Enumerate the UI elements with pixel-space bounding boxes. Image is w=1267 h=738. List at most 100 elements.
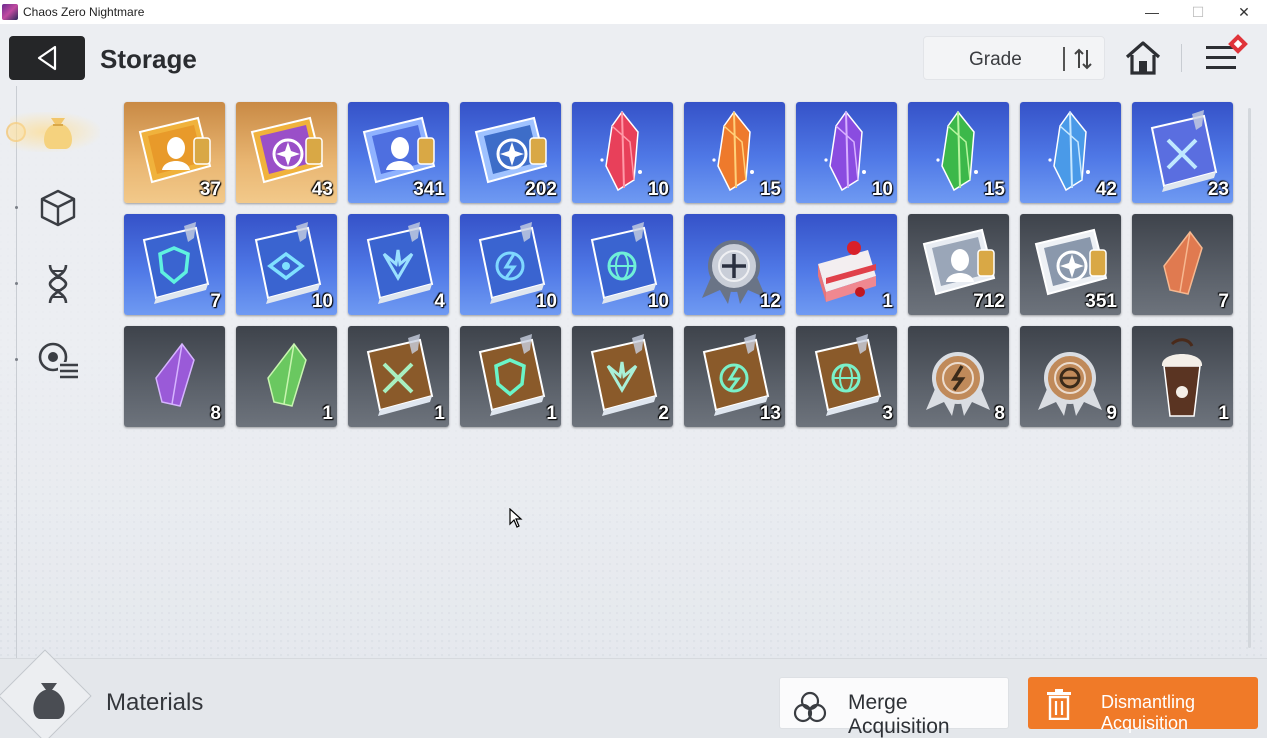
list-settings-icon [38, 342, 78, 379]
item-count: 37 [199, 179, 221, 200]
item-count: 10 [647, 291, 669, 312]
back-arrow-icon [37, 45, 57, 71]
sidebar-tab-dna[interactable] [30, 256, 86, 312]
item-slot[interactable]: 37 [124, 102, 225, 203]
item-count: 1 [882, 291, 893, 312]
item-slot[interactable]: 1 [460, 326, 561, 427]
item-slot[interactable]: 712 [908, 214, 1009, 315]
item-slot[interactable]: 4 [348, 214, 449, 315]
minimize-button[interactable]: — [1129, 0, 1175, 24]
header-divider [1181, 44, 1182, 72]
item-slot[interactable]: 15 [684, 102, 785, 203]
item-count: 4 [434, 291, 445, 312]
item-slot[interactable]: 3 [796, 326, 897, 427]
item-slot[interactable]: 12 [684, 214, 785, 315]
dna-icon [48, 264, 68, 304]
item-count: 1 [434, 403, 445, 424]
item-count: 15 [983, 179, 1005, 200]
sidebar-tab-cube[interactable] [30, 180, 86, 236]
game-screen: Storage Grade 37 43 341 202 10 15 10 15 … [0, 24, 1267, 738]
item-count: 3 [882, 403, 893, 424]
item-count: 7 [1218, 291, 1229, 312]
window-titlebar: Chaos Zero Nightmare — ☐ ✕ [0, 0, 1267, 24]
item-count: 9 [1106, 403, 1117, 424]
item-slot[interactable]: 42 [1020, 102, 1121, 203]
item-count: 202 [525, 179, 557, 200]
merge-acquisition-label: Merge Acquisition [848, 691, 950, 738]
item-slot[interactable]: 7 [124, 214, 225, 315]
sort-label: Grade [969, 49, 1022, 70]
dismantling-acquisition-button[interactable]: Dismantling Acquisition [1028, 677, 1258, 733]
item-count: 10 [647, 179, 669, 200]
item-count: 10 [535, 291, 557, 312]
mouse-cursor-icon [509, 508, 523, 528]
item-slot[interactable]: 202 [460, 102, 561, 203]
item-count: 10 [311, 291, 333, 312]
item-slot[interactable]: 341 [348, 102, 449, 203]
bottom-bar: Materials Merge Acquisition Dismantling … [0, 649, 1267, 738]
item-slot[interactable]: 10 [572, 214, 673, 315]
item-count: 15 [759, 179, 781, 200]
item-count: 1 [1218, 403, 1229, 424]
sort-divider [1063, 47, 1065, 71]
item-slot[interactable]: 10 [236, 214, 337, 315]
money-bag-icon[interactable] [26, 677, 72, 723]
item-slot[interactable]: 43 [236, 102, 337, 203]
item-count: 712 [973, 291, 1005, 312]
item-slot[interactable]: 7 [1132, 214, 1233, 315]
trash-icon [1047, 689, 1071, 720]
item-slot[interactable]: 8 [908, 326, 1009, 427]
maximize-button[interactable]: ☐ [1175, 0, 1221, 24]
item-count: 43 [311, 179, 333, 200]
item-slot[interactable]: 8 [124, 326, 225, 427]
item-count: 13 [759, 403, 781, 424]
item-count: 341 [413, 179, 445, 200]
item-slot[interactable]: 15 [908, 102, 1009, 203]
item-slot[interactable]: 1 [348, 326, 449, 427]
item-slot[interactable]: 1 [1132, 326, 1233, 427]
sidebar-tab-materials[interactable] [10, 104, 100, 160]
sidebar-dot [15, 282, 18, 285]
close-button[interactable]: ✕ [1221, 0, 1267, 24]
item-slot[interactable]: 10 [460, 214, 561, 315]
sort-grade-button[interactable]: Grade [923, 36, 1105, 80]
money-bag-icon [44, 118, 72, 149]
dismantling-acquisition-label: Dismantling Acquisition [1101, 692, 1196, 733]
item-slot[interactable]: 2 [572, 326, 673, 427]
app-icon [2, 4, 18, 20]
sidebar-rail [16, 86, 17, 661]
back-button[interactable] [9, 36, 85, 80]
page-title: Storage [100, 44, 197, 74]
window-title: Chaos Zero Nightmare [23, 5, 145, 19]
sidebar-tab-list[interactable] [30, 332, 86, 388]
item-count: 1 [546, 403, 557, 424]
item-count: 7 [210, 291, 221, 312]
window-controls: — ☐ ✕ [1129, 0, 1267, 24]
item-count: 10 [871, 179, 893, 200]
cube-icon [40, 189, 76, 227]
sort-order-icon[interactable] [1072, 47, 1094, 71]
hamburger-menu-icon[interactable] [1203, 34, 1253, 78]
item-slot[interactable]: 1 [236, 326, 337, 427]
home-icon[interactable] [1124, 40, 1162, 76]
item-slot[interactable]: 9 [1020, 326, 1121, 427]
item-slot[interactable]: 1 [796, 214, 897, 315]
item-count: 2 [658, 403, 669, 424]
merge-circles-icon [793, 691, 827, 723]
item-count: 42 [1095, 179, 1117, 200]
item-count: 23 [1207, 179, 1229, 200]
item-slot[interactable]: 13 [684, 326, 785, 427]
item-slot[interactable]: 23 [1132, 102, 1233, 203]
merge-acquisition-button[interactable]: Merge Acquisition [779, 677, 1009, 738]
sidebar-dot [15, 206, 18, 209]
item-count: 8 [994, 403, 1005, 424]
item-count: 351 [1085, 291, 1117, 312]
item-slot[interactable]: 10 [572, 102, 673, 203]
item-slot[interactable]: 351 [1020, 214, 1121, 315]
item-count: 12 [759, 291, 781, 312]
item-count: 1 [322, 403, 333, 424]
item-slot[interactable]: 10 [796, 102, 897, 203]
sidebar-dot [15, 358, 18, 361]
scrollbar[interactable] [1248, 108, 1251, 648]
item-count: 8 [210, 403, 221, 424]
